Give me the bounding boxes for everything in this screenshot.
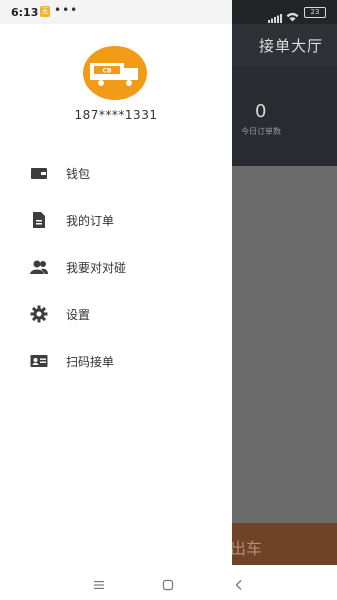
gear-icon bbox=[30, 305, 48, 323]
menu-icon[interactable] bbox=[93, 576, 105, 589]
today-order-count: 0 bbox=[255, 101, 267, 122]
menu-item-label: 扫码接单 bbox=[66, 355, 115, 369]
menu-item-my-orders[interactable]: 我的订单 bbox=[0, 197, 232, 243]
user-phone: 187****1331 bbox=[74, 108, 158, 122]
menu-item-label: 我的订单 bbox=[66, 214, 115, 228]
wifi-icon bbox=[286, 7, 299, 22]
id-card-icon bbox=[30, 352, 48, 370]
battery-icon: 23 bbox=[304, 7, 326, 18]
go-button-label: 出车 bbox=[230, 539, 263, 558]
menu-item-settings[interactable]: 设置 bbox=[0, 291, 232, 337]
menu-item-wallet[interactable]: 钱包 bbox=[0, 150, 232, 196]
document-icon bbox=[30, 211, 48, 229]
menu-item-label: 钱包 bbox=[66, 167, 91, 181]
today-order-label: 今日订单数 bbox=[241, 127, 281, 136]
status-bar-left: 6:13 无 ••• bbox=[0, 0, 232, 24]
menu-item-label: 设置 bbox=[66, 308, 91, 322]
svg-text:CB: CB bbox=[103, 68, 112, 75]
signal-icon bbox=[268, 8, 282, 23]
more-notifications-icon: ••• bbox=[54, 3, 79, 17]
back-icon[interactable] bbox=[233, 576, 245, 590]
menu-item-label: 我要对对碰 bbox=[66, 261, 127, 275]
clock: 6:13 bbox=[11, 6, 39, 19]
notification-badge-icon: 无 bbox=[40, 6, 50, 17]
home-icon[interactable] bbox=[162, 576, 174, 591]
menu-item-match[interactable]: 我要对对碰 bbox=[0, 244, 232, 290]
menu-item-scan-order[interactable]: 扫码接单 bbox=[0, 338, 232, 384]
side-drawer: 6:13 无 ••• CB 187****1331 钱包 我的订单 我要对对碰 … bbox=[0, 0, 232, 565]
users-icon bbox=[30, 258, 48, 276]
app-logo: CB bbox=[83, 46, 147, 100]
wallet-icon bbox=[30, 164, 48, 182]
page-title: 接单大厅 bbox=[258, 37, 323, 55]
